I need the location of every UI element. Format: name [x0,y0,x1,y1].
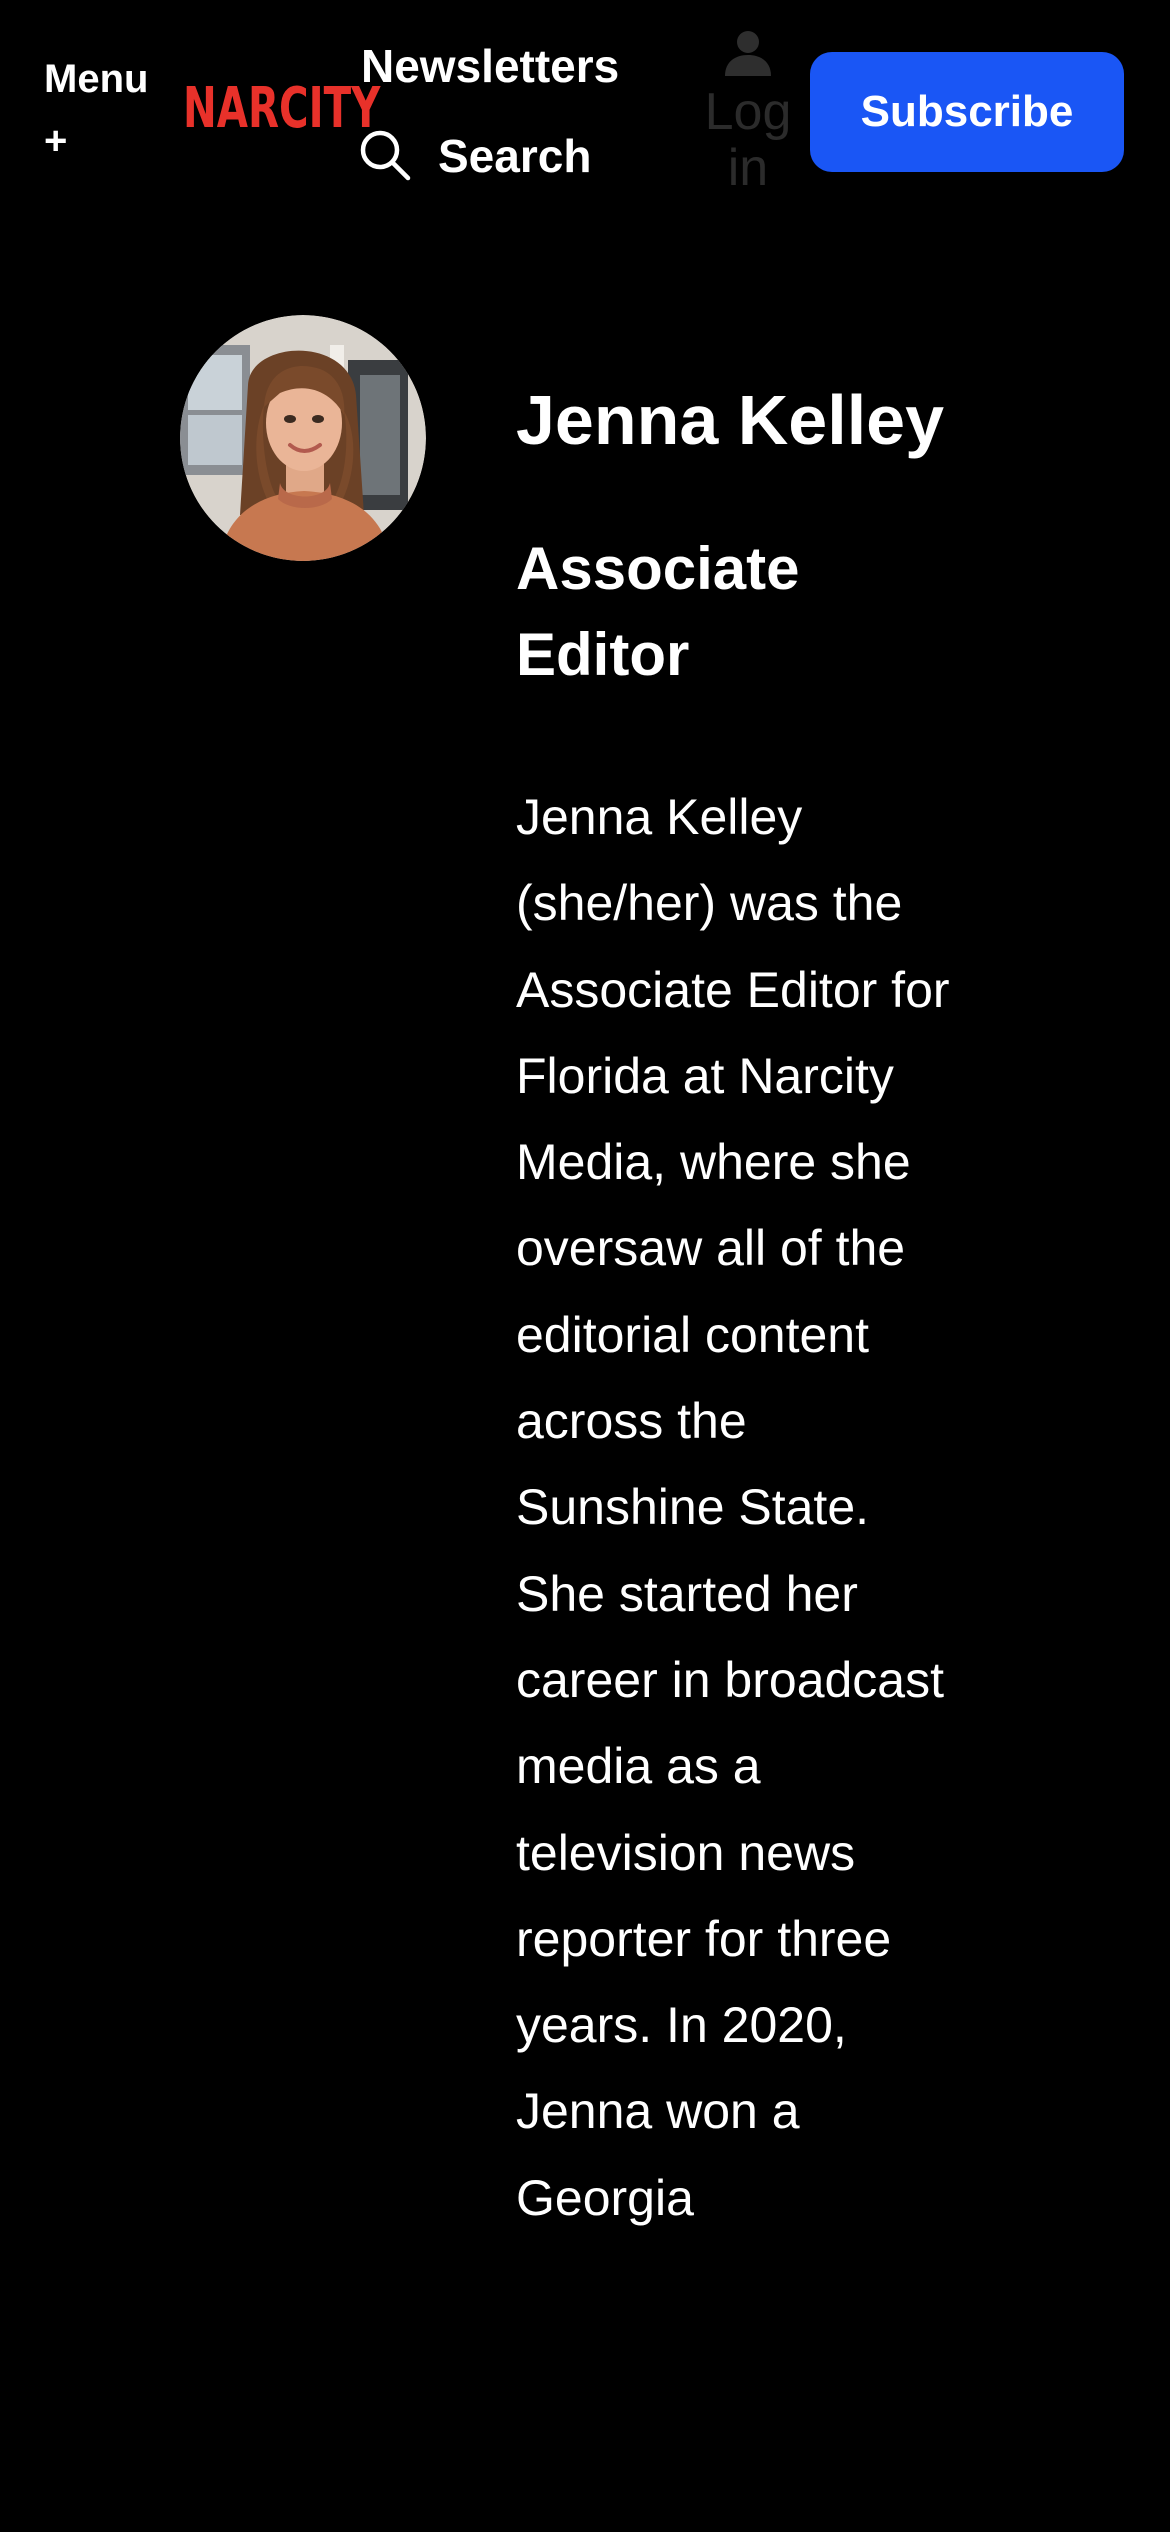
search-label: Search [438,130,592,182]
author-bio: Jenna Kelley (she/her) was the Associate… [516,789,950,2226]
user-icon [725,31,771,76]
author-profile-page: Menu + NARCITY Newsletters Search Log in… [0,0,1170,2532]
search-icon [360,130,411,181]
menu-button[interactable]: Menu + [44,44,174,166]
menu-plus-icon: + [44,119,68,163]
author-photo [180,315,426,561]
search-button[interactable]: Search [358,126,591,186]
author-title: Associate Editor [516,535,800,688]
subscribe-button[interactable]: Subscribe [810,52,1124,172]
author-info: Jenna Kelley Associate Editor Jenna Kell… [516,360,966,2241]
narcity-logo[interactable]: NARCITY [183,78,380,140]
login-label: Log in [704,83,792,197]
menu-label: Menu [44,57,149,101]
newsletters-link[interactable]: Newsletters [361,36,619,96]
author-avatar [180,315,426,561]
author-name: Jenna Kelley [516,381,944,459]
site-header: Menu + NARCITY Newsletters Search Log in… [0,0,1170,220]
login-link[interactable]: Log in [700,28,796,196]
